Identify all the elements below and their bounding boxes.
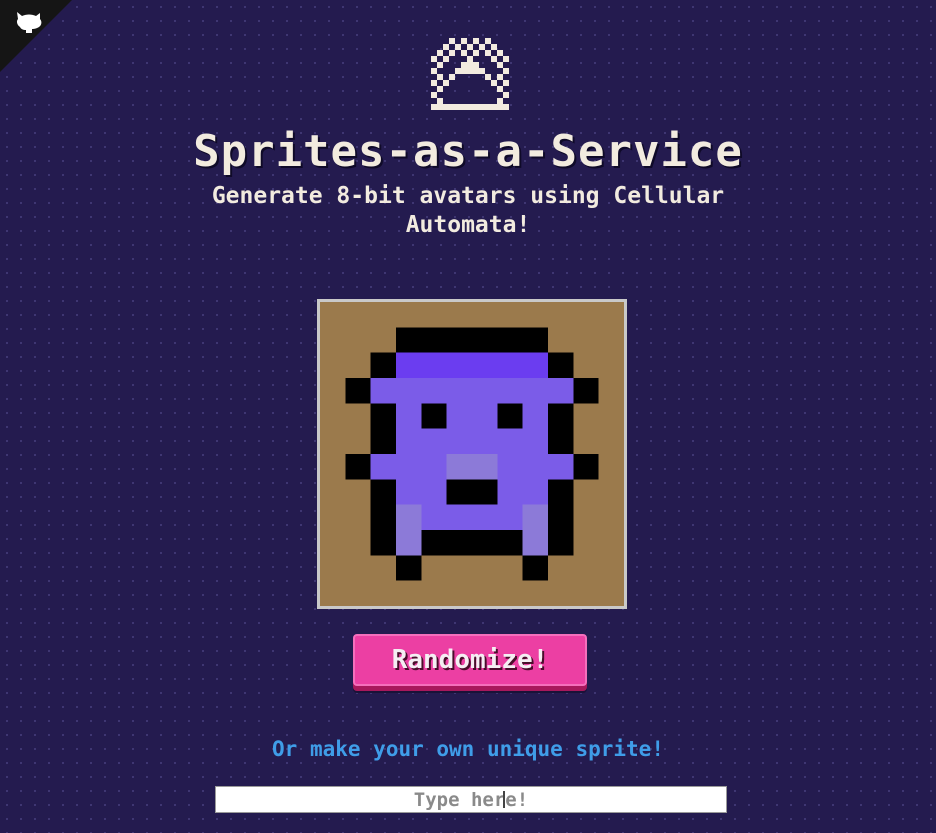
sprite-pixel <box>497 428 523 454</box>
sprite-pixel <box>472 530 498 556</box>
sprite-pixel <box>396 555 422 581</box>
sprite-pixel <box>396 403 422 429</box>
sprite-pixel <box>421 504 447 530</box>
sprite-pixel <box>472 352 498 378</box>
sprite-pixel <box>421 454 447 480</box>
sprite-pixel <box>370 504 396 530</box>
sprite-pixel <box>446 428 472 454</box>
sprite-pixel <box>396 428 422 454</box>
sprite-pixel <box>497 327 523 353</box>
sprite-pixel <box>370 479 396 505</box>
sprite-pixel <box>472 454 498 480</box>
sprite-pixel <box>548 454 574 480</box>
sprite-pixel <box>446 504 472 530</box>
sprite-pixel <box>446 530 472 556</box>
sprite-pixel <box>522 352 548 378</box>
sprite-pixel <box>446 403 472 429</box>
sprite-pixel <box>497 454 523 480</box>
sprite-pixel <box>396 479 422 505</box>
sprite-pixel <box>548 352 574 378</box>
sprite-pixel <box>446 352 472 378</box>
page-subtitle: Generate 8-bit avatars using Cellular Au… <box>0 182 936 240</box>
pixel-sprite-logo-icon <box>431 38 509 110</box>
sprite-pixel <box>548 504 574 530</box>
sprite-pixel <box>396 530 422 556</box>
sprite-pixel <box>522 403 548 429</box>
sprite-pixel <box>421 530 447 556</box>
sprite-pixel <box>421 403 447 429</box>
sprite-pixel <box>370 530 396 556</box>
sprite-pixel <box>472 403 498 429</box>
sprite-name-input[interactable] <box>215 786 727 813</box>
sprite-pixel <box>497 352 523 378</box>
sprite-pixel <box>370 428 396 454</box>
sprite-pixel <box>345 454 371 480</box>
sprite-pixel <box>396 352 422 378</box>
randomize-button[interactable]: Randomize! <box>353 634 587 686</box>
sprite-pixel <box>522 555 548 581</box>
sprite-pixel <box>548 403 574 429</box>
sprite-pixel <box>497 403 523 429</box>
sprite-preview <box>317 299 627 609</box>
sprite-pixel <box>472 327 498 353</box>
sprite-pixel <box>396 327 422 353</box>
sprite-pixel <box>421 327 447 353</box>
sprite-pixel <box>522 327 548 353</box>
sprite-pixel <box>345 378 371 404</box>
sprite-pixel <box>370 378 396 404</box>
sprite-pixel <box>421 378 447 404</box>
sprite-pixel <box>370 352 396 378</box>
sprite-pixel <box>497 504 523 530</box>
sprite-pixel <box>472 378 498 404</box>
sprite-pixel <box>396 454 422 480</box>
sprite-pixel <box>548 530 574 556</box>
sprite-pixel <box>548 479 574 505</box>
sprite-pixel <box>446 454 472 480</box>
sprite-image <box>320 302 624 606</box>
sprite-pixel <box>421 479 447 505</box>
sprite-pixel <box>497 479 523 505</box>
sprite-pixel <box>446 479 472 505</box>
sprite-pixel <box>497 378 523 404</box>
sprite-pixel <box>472 428 498 454</box>
sprite-pixel <box>421 428 447 454</box>
subtitle-line-1: Generate 8-bit avatars using Cellular <box>211 183 725 209</box>
sprite-pixel <box>472 479 498 505</box>
sprite-pixel <box>497 530 523 556</box>
sprite-pixel <box>370 454 396 480</box>
sprite-pixel <box>522 530 548 556</box>
page-title: Sprites-as-a-Service <box>193 126 743 177</box>
sprite-pixel <box>472 504 498 530</box>
sprite-pixel <box>522 504 548 530</box>
sprite-pixel <box>446 327 472 353</box>
sprite-pixel <box>396 504 422 530</box>
text-cursor <box>503 791 505 808</box>
sprite-pixel <box>522 378 548 404</box>
sprite-pixel <box>446 378 472 404</box>
sprite-pixel <box>421 352 447 378</box>
sprite-pixel <box>370 403 396 429</box>
sprite-pixel <box>573 454 599 480</box>
sprite-pixel <box>522 428 548 454</box>
subtitle-line-2: Automata! <box>405 212 531 238</box>
sprite-pixel <box>548 428 574 454</box>
sprite-pixel <box>396 378 422 404</box>
sprite-pixel <box>522 454 548 480</box>
sprite-pixel <box>548 378 574 404</box>
sprite-pixel <box>573 378 599 404</box>
sprite-pixel <box>522 479 548 505</box>
custom-sprite-prompt: Or make your own unique sprite! <box>272 737 664 761</box>
github-octocat-icon[interactable] <box>13 8 45 34</box>
